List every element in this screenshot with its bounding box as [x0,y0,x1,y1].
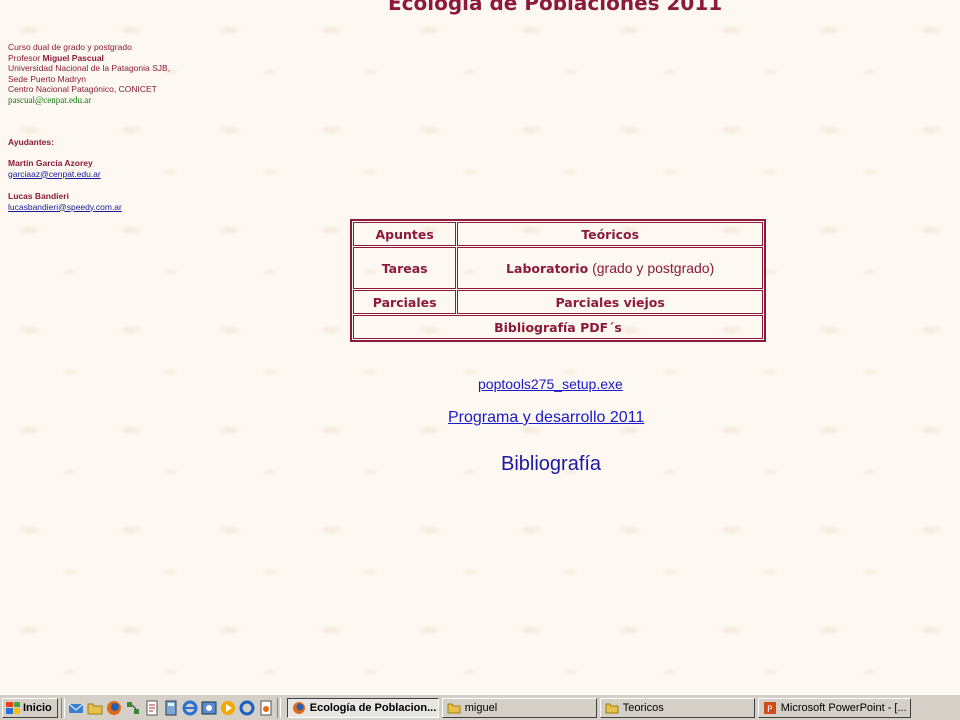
menu-bibliografia-pdf-label: Bibliografía PDF´s [494,319,622,335]
page-content: Ecología de Poblaciones 2011 Curso dual … [0,0,960,694]
powerpoint-icon: P [763,701,777,715]
assistants-info: Ayudantes: [8,137,54,148]
menu-teoricos-label: Teóricos [581,226,640,242]
start-label: Inicio [23,701,52,714]
programa-link[interactable]: Programa y desarrollo 2011 [448,409,644,427]
folder-icon [605,701,619,715]
outlook-express-icon[interactable] [68,700,84,716]
task-label: Microsoft PowerPoint - [... [780,701,907,714]
firefox-icon [292,701,306,715]
ie-alt-icon[interactable] [201,700,217,716]
task-label: Ecología de Poblacion... [309,701,437,714]
ie-icon[interactable] [182,700,198,716]
menu-parciales[interactable]: Parciales [353,290,457,314]
menu-apuntes[interactable]: Apuntes [353,222,457,246]
menu-bibliografia-pdf[interactable]: Bibliografía PDF´s [353,315,763,339]
menu-tareas-label: Tareas [381,260,428,276]
university-name: Universidad Nacional de la Patagonia SJB… [8,63,171,73]
task-label: miguel [464,701,498,714]
task-miguel[interactable]: miguel [441,697,597,718]
menu-tareas[interactable]: Tareas [353,247,457,289]
menu-apuntes-label: Apuntes [375,226,434,242]
assistant2-email-link[interactable]: lucasbandieri@speedy.com.ar [8,202,122,213]
task-ecologia[interactable]: Ecología de Poblacion... [286,697,439,718]
firefox-icon[interactable] [106,700,122,716]
network-icon[interactable] [125,700,141,716]
document-icon[interactable] [144,700,160,716]
professor-info: Curso dual de grado y postgrado Profesor… [8,42,170,105]
start-button[interactable]: Inicio [2,697,58,718]
assistant1-name: Martín García Azorey [8,158,93,168]
poptools-download-link[interactable]: poptools275_setup.exe [478,376,623,392]
professor-prefix: Profesor [8,52,43,63]
media-player-icon[interactable] [220,700,236,716]
menu-parciales-viejos[interactable]: Parciales viejos [457,290,763,314]
menu-laboratorio-label: Laboratorio [506,261,589,276]
taskbar-separator [60,697,65,718]
taskbar-separator [276,697,281,718]
center-name: Centro Nacional Patagónico, CONICET [8,84,157,94]
task-teoricos[interactable]: Teoricos [599,697,755,718]
menu-laboratorio[interactable]: Laboratorio (grado y postgrado) [457,247,763,289]
course-menu-table: Apuntes Teóricos Tareas Laboratorio (gra… [350,219,766,342]
menu-parciales-label: Parciales [372,294,437,310]
assistant-1: Martín García Azorey garciaaz@cenpat.edu… [8,158,101,179]
page-title: Ecología de Poblaciones 2011 [388,0,723,15]
menu-laboratorio-note: (grado y postgrado) [588,260,715,276]
calculator-icon[interactable] [163,700,179,716]
folder-icon[interactable] [87,700,103,716]
professor-email: pascual@cenpat.edu.ar [8,94,92,105]
svg-text:P: P [767,705,773,715]
assistant-2: Lucas Bandieri lucasbandieri@speedy.com.… [8,191,122,212]
task-powerpoint[interactable]: P Microsoft PowerPoint - [... [757,697,911,718]
windows-logo-icon [6,701,20,714]
professor-name: Miguel Pascual [42,52,104,63]
ie-small-icon[interactable] [239,700,255,716]
bibliografia-link[interactable]: Bibliografía [501,453,601,476]
folder-icon [447,701,461,715]
task-label: Teoricos [622,701,664,714]
taskbar: Inicio Ecología de Poblacion... miguel T… [0,694,960,720]
notepad-icon[interactable] [258,700,274,716]
assistant1-email-link[interactable]: garciaaz@cenpat.edu.ar [8,169,101,180]
quick-launch [68,700,274,716]
menu-parciales-viejos-label: Parciales viejos [555,294,665,310]
assistants-heading: Ayudantes: [8,137,54,147]
course-description: Curso dual de grado y postgrado [8,42,132,52]
assistant2-name: Lucas Bandieri [8,191,69,201]
menu-teoricos[interactable]: Teóricos [457,222,763,246]
professor-line: Profesor Miguel Pascual [8,53,170,64]
seat-name: Sede Puerto Madryn [8,73,86,84]
